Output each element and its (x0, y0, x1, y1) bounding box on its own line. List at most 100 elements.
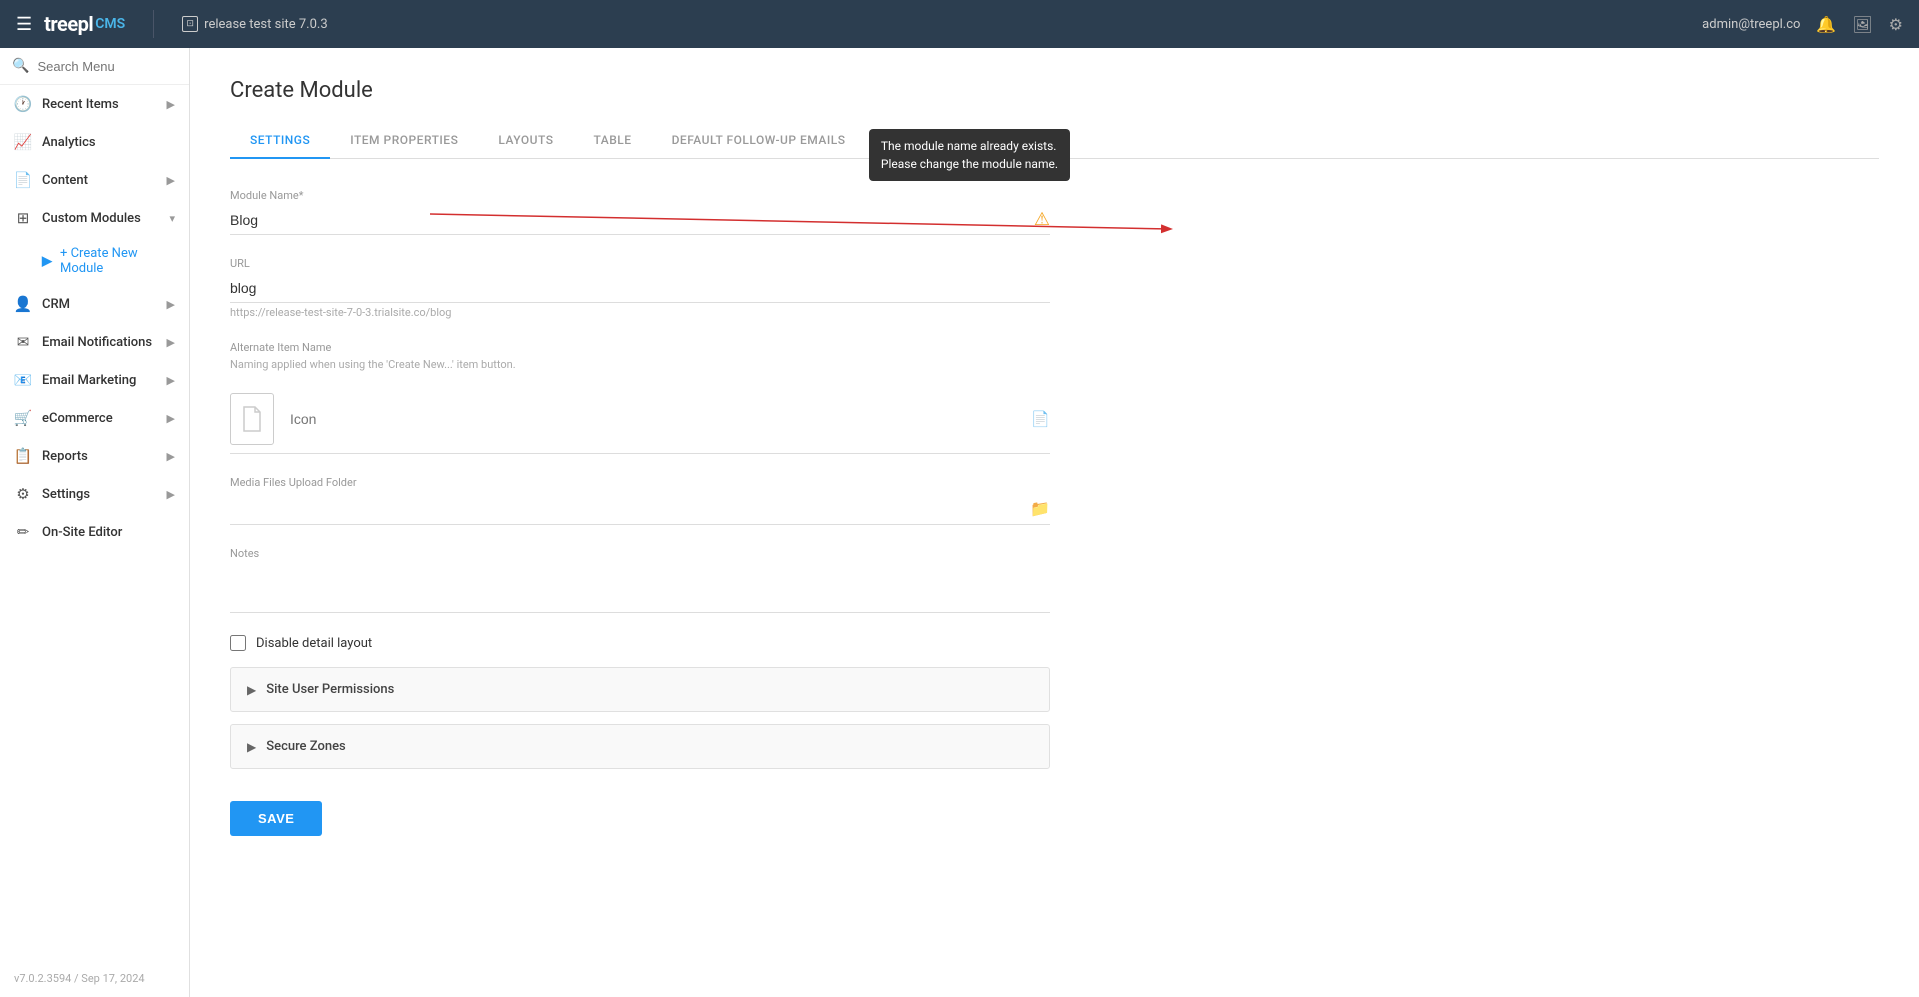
secure-zones-arrow-icon: ▶ (247, 740, 256, 754)
tab-item-properties[interactable]: ITEM PROPERTIES (330, 123, 478, 159)
email-notifications-label: Email Notifications (42, 335, 152, 350)
secure-zones-header[interactable]: ▶ Secure Zones (231, 725, 1049, 768)
icon-preview (230, 393, 274, 445)
recent-items-icon: 🕐 (14, 95, 32, 113)
module-name-input[interactable] (230, 206, 1050, 235)
analytics-label: Analytics (42, 135, 96, 150)
custom-modules-icon: ⊞ (14, 209, 32, 227)
error-tooltip: The module name already exists. Please c… (869, 129, 1070, 181)
custom-modules-arrow-icon: ▾ (169, 212, 175, 225)
settings-label: Settings (42, 487, 90, 502)
reports-icon: 📋 (14, 447, 32, 465)
url-label: URL (230, 257, 1050, 270)
search-box[interactable]: 🔍 (0, 48, 189, 85)
ecommerce-icon: 🛒 (14, 409, 32, 427)
module-name-group: The module name already exists. Please c… (230, 189, 1050, 235)
email-marketing-label: Email Marketing (42, 373, 136, 388)
recent-items-arrow-icon: ▶ (167, 98, 175, 111)
search-icon: 🔍 (12, 58, 29, 74)
reports-arrow-icon: ▶ (167, 450, 175, 463)
notes-input[interactable] (230, 570, 1050, 602)
media-folder-field: 📁 (230, 493, 1050, 525)
hamburger-icon[interactable]: ☰ (16, 14, 32, 35)
sidebar-item-email-notifications[interactable]: ✉ Email Notifications ▶ (0, 323, 189, 361)
sidebar-item-recent-items[interactable]: 🕐 Recent Items ▶ (0, 85, 189, 123)
sidebar-item-custom-modules[interactable]: ⊞ Custom Modules ▾ (0, 199, 189, 237)
sidebar-item-on-site-editor[interactable]: ✏ On-Site Editor (0, 513, 189, 551)
notes-label: Notes (230, 547, 1050, 560)
logo-cms: CMS (95, 16, 125, 32)
crm-label: CRM (42, 297, 70, 312)
sidebar-item-create-new-module[interactable]: ▶ + Create New Module (0, 237, 189, 285)
sidebar-item-email-marketing[interactable]: 📧 Email Marketing ▶ (0, 361, 189, 399)
icon-upload-button[interactable]: 📄 (1031, 410, 1050, 428)
topbar-divider (153, 10, 154, 38)
notes-group: Notes (230, 547, 1050, 613)
tooltip-line1: The module name already exists. (881, 137, 1058, 155)
file-preview-icon (240, 405, 264, 433)
site-icon: ⊡ (182, 16, 198, 32)
module-name-label: Module Name* (230, 189, 1050, 202)
topbar-right: admin@treepl.co 🔔 🖼 ⚙ (1702, 15, 1903, 34)
tab-layouts[interactable]: LAYOUTS (478, 123, 573, 159)
sidebar-item-reports[interactable]: 📋 Reports ▶ (0, 437, 189, 475)
analytics-icon: 📈 (14, 133, 32, 151)
sidebar-item-settings[interactable]: ⚙ Settings ▶ (0, 475, 189, 513)
disable-detail-layout-row: Disable detail layout (230, 635, 1050, 651)
sidebar-item-crm[interactable]: 👤 CRM ▶ (0, 285, 189, 323)
media-folder-group: Media Files Upload Folder 📁 (230, 476, 1050, 525)
icon-input[interactable] (290, 411, 1015, 427)
email-notifications-icon: ✉ (14, 333, 32, 351)
url-input[interactable] (230, 274, 1050, 303)
settings-nav-icon: ⚙ (14, 485, 32, 503)
site-name: release test site 7.0.3 (204, 17, 327, 32)
notes-field (230, 564, 1050, 613)
settings-arrow-icon: ▶ (167, 488, 175, 501)
search-input[interactable] (37, 59, 177, 74)
site-user-permissions-arrow-icon: ▶ (247, 683, 256, 697)
logo-text: treepl (44, 12, 93, 36)
tab-table[interactable]: TABLE (574, 123, 652, 159)
secure-zones-label: Secure Zones (266, 739, 346, 754)
site-user-permissions-accordion[interactable]: ▶ Site User Permissions (230, 667, 1050, 712)
content-label: Content (42, 173, 88, 188)
sidebar-item-ecommerce[interactable]: 🛒 eCommerce ▶ (0, 399, 189, 437)
media-folder-input[interactable] (230, 501, 1030, 517)
custom-modules-label: Custom Modules (42, 211, 141, 226)
sidebar-item-analytics[interactable]: 📈 Analytics (0, 123, 189, 161)
folder-browse-button[interactable]: 📁 (1030, 499, 1050, 518)
sidebar-item-content[interactable]: 📄 Content ▶ (0, 161, 189, 199)
url-hint: https://release-test-site-7-0-3.trialsit… (230, 306, 1050, 319)
crm-icon: 👤 (14, 295, 32, 313)
layout: 🔍 🕐 Recent Items ▶ 📈 Analytics 📄 Content… (0, 48, 1919, 997)
site-badge: ⊡ release test site 7.0.3 (182, 16, 327, 32)
settings-icon[interactable]: ⚙ (1889, 15, 1903, 34)
tab-default-follow-up-emails[interactable]: DEFAULT FOLLOW-UP EMAILS (652, 123, 866, 159)
content-arrow-icon: ▶ (167, 174, 175, 187)
email-marketing-icon: 📧 (14, 371, 32, 389)
disable-detail-layout-label: Disable detail layout (256, 636, 372, 651)
tab-settings[interactable]: SETTINGS (230, 123, 330, 159)
tooltip-line2: Please change the module name. (881, 155, 1058, 173)
ecommerce-arrow-icon: ▶ (167, 412, 175, 425)
version-text: v7.0.2.3594 / Sep 17, 2024 (0, 960, 189, 997)
ecommerce-label: eCommerce (42, 411, 113, 426)
logo: treeplCMS (44, 12, 125, 36)
create-module-plus-icon: ▶ (42, 254, 52, 269)
url-group: URL https://release-test-site-7-0-3.tria… (230, 257, 1050, 319)
page-title: Create Module (230, 78, 1879, 103)
notifications-icon[interactable]: 🔔 (1816, 15, 1836, 34)
image-icon[interactable]: 🖼 (1852, 15, 1872, 34)
icon-field: 📄 (230, 393, 1050, 454)
site-user-permissions-header[interactable]: ▶ Site User Permissions (231, 668, 1049, 711)
disable-detail-layout-checkbox[interactable] (230, 635, 246, 651)
main-content: Create Module SETTINGS ITEM PROPERTIES L… (190, 48, 1919, 997)
form-section: The module name already exists. Please c… (230, 189, 1050, 836)
sidebar: 🔍 🕐 Recent Items ▶ 📈 Analytics 📄 Content… (0, 48, 190, 997)
alternate-item-name-label: Alternate Item Name (230, 341, 1050, 354)
secure-zones-accordion[interactable]: ▶ Secure Zones (230, 724, 1050, 769)
save-button[interactable]: SAVE (230, 801, 322, 836)
warning-icon: ⚠ (1034, 209, 1050, 230)
content-icon: 📄 (14, 171, 32, 189)
on-site-editor-icon: ✏ (14, 523, 32, 541)
